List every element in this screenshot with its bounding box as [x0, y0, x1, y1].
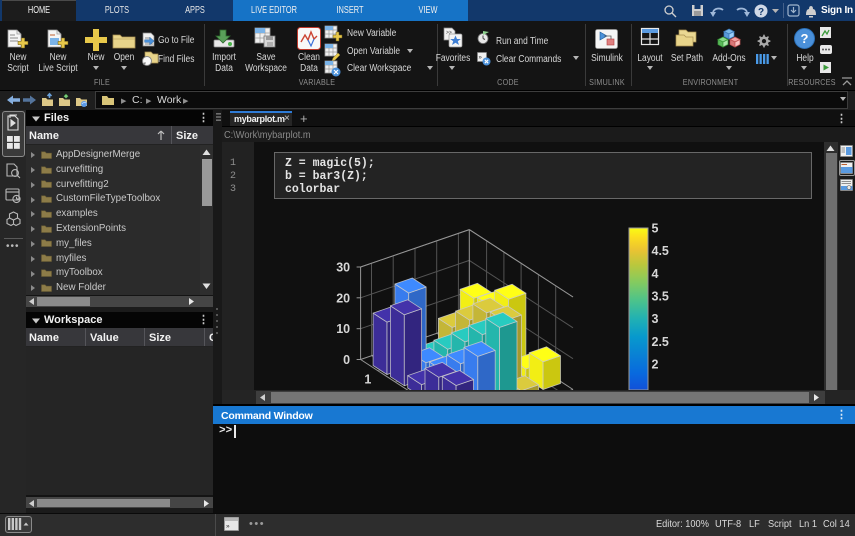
svg-text:4.5: 4.5 — [652, 244, 669, 258]
svg-text:2.5: 2.5 — [652, 335, 669, 349]
svg-text:1: 1 — [364, 373, 371, 387]
svg-text:10: 10 — [336, 322, 350, 336]
svg-text:3.5: 3.5 — [652, 290, 669, 304]
svg-text:4: 4 — [652, 267, 659, 281]
svg-text:0: 0 — [343, 353, 350, 367]
svg-text:?: ? — [758, 7, 764, 18]
svg-text:»: » — [226, 523, 230, 530]
svg-text:30: 30 — [336, 261, 350, 275]
svg-text:5: 5 — [652, 222, 659, 236]
svg-text:20: 20 — [336, 291, 350, 305]
svg-text:3: 3 — [652, 312, 659, 326]
svg-text:2: 2 — [652, 358, 659, 372]
svg-text:?: ? — [801, 31, 809, 46]
